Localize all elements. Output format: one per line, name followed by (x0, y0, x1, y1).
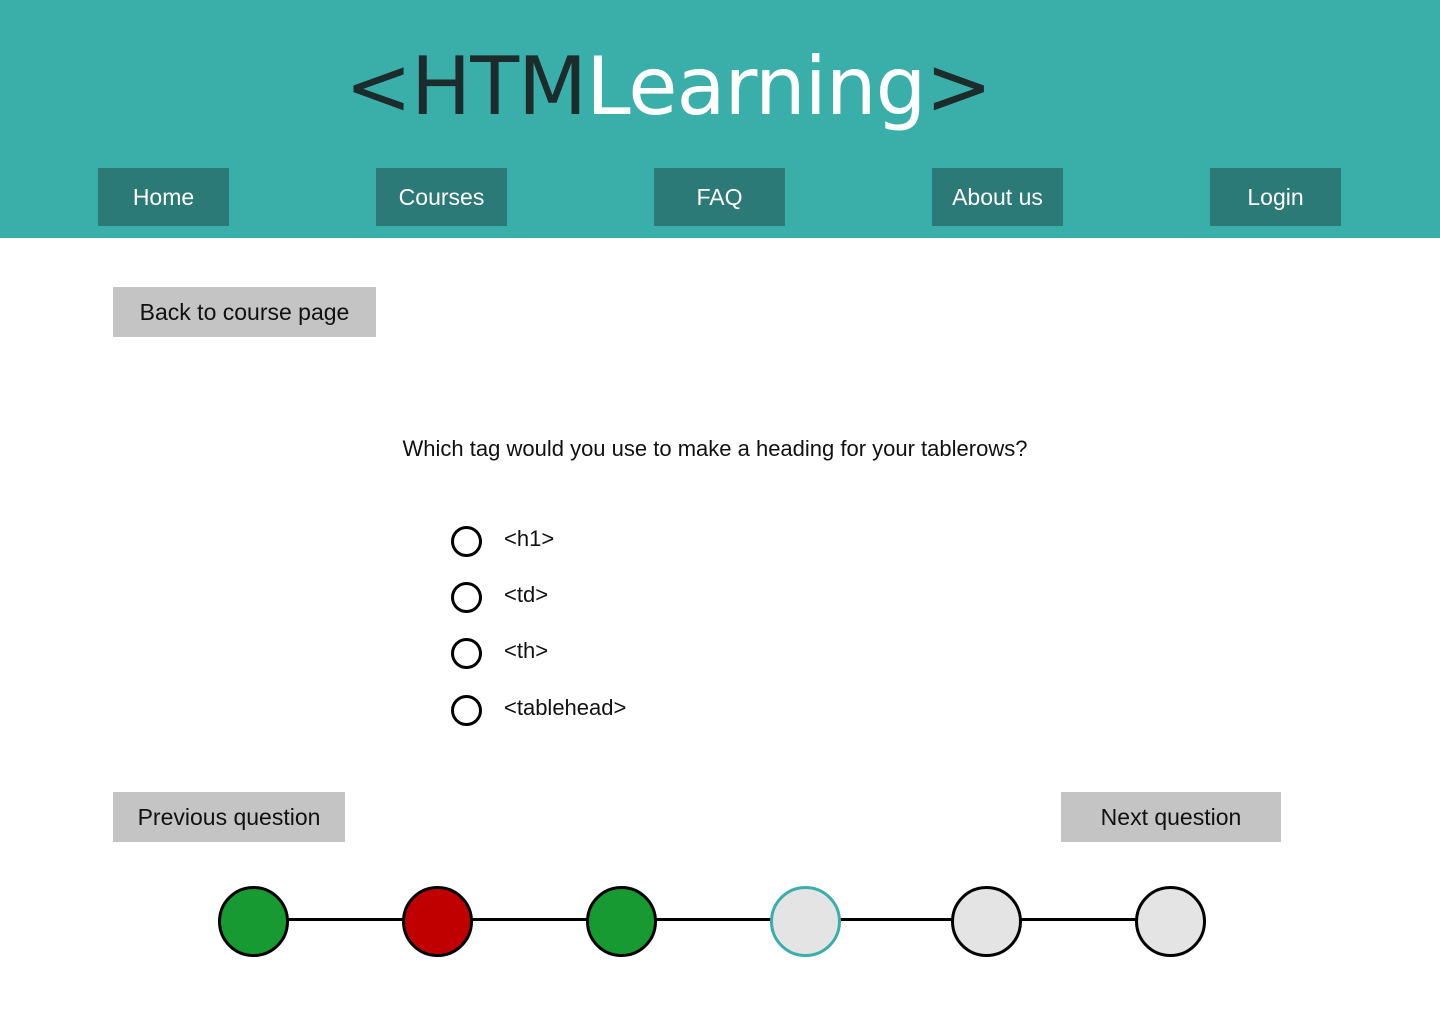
answer-option-label: <th> (504, 637, 549, 663)
progress-step-5[interactable] (951, 886, 1022, 957)
site-logo[interactable]: < HTM Learning > (345, 32, 992, 142)
radio-button[interactable] (451, 526, 482, 557)
question-text: Which tag would you use to make a headin… (402, 436, 1028, 461)
answer-option[interactable]: <th> (451, 638, 548, 669)
nav-login-button[interactable]: Login (1210, 168, 1341, 226)
logo-text-light: Learning (586, 40, 926, 133)
logo-open-bracket: < (345, 40, 412, 133)
progress-step-4[interactable] (770, 886, 841, 957)
progress-step-2[interactable] (402, 886, 473, 957)
logo-close-bracket: > (925, 40, 992, 133)
next-question-button[interactable]: Next question (1061, 792, 1281, 842)
answer-option[interactable]: <h1> (451, 526, 554, 557)
answer-option[interactable]: <td> (451, 582, 548, 613)
nav-courses-button[interactable]: Courses (376, 168, 507, 226)
radio-button[interactable] (451, 695, 482, 726)
progress-step-6[interactable] (1135, 886, 1206, 957)
radio-button[interactable] (451, 638, 482, 669)
logo-text-dark: HTM (411, 40, 587, 133)
nav-about-button[interactable]: About us (932, 168, 1063, 226)
answer-option[interactable]: <tablehead> (451, 695, 626, 726)
progress-line (253, 918, 1171, 921)
nav-home-button[interactable]: Home (98, 168, 229, 226)
quiz-question: Which tag would you use to make a headin… (0, 436, 1440, 462)
answer-option-label: <h1> (504, 525, 555, 551)
nav-faq-button[interactable]: FAQ (654, 168, 785, 226)
progress-step-1[interactable] (218, 886, 289, 957)
answer-option-label: <tablehead> (504, 694, 627, 720)
site-header: < HTM Learning > Home Courses FAQ About us … (0, 0, 1440, 238)
radio-button[interactable] (451, 582, 482, 613)
back-to-course-button[interactable]: Back to course page (113, 287, 376, 337)
answer-option-label: <td> (504, 581, 549, 607)
progress-step-3[interactable] (586, 886, 657, 957)
previous-question-button[interactable]: Previous question (113, 792, 345, 842)
